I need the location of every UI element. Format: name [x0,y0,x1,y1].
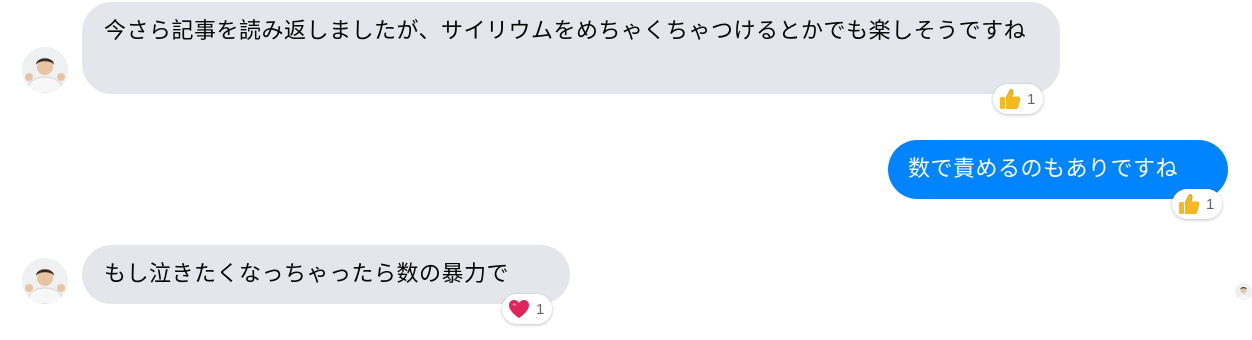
message-bubble[interactable]: 今さら記事を読み返しましたが、サイリウムをめちゃくちゃつけるとかでも楽しそうです… [82,2,1060,94]
read-receipt-avatar [1235,283,1252,300]
reaction-badge[interactable]: 1 [502,294,553,324]
message-bubble[interactable]: もし泣きたくなっちゃったら数の暴力で [82,245,570,304]
thumbs-up-icon [1176,191,1202,217]
sender-avatar[interactable] [22,47,68,93]
reaction-badge[interactable]: 1 [993,84,1044,114]
heart-icon [506,296,532,322]
message-text: 今さら記事を読み返しましたが、サイリウムをめちゃくちゃつけるとかでも楽しそうです… [104,19,1027,44]
reaction-count: 1 [1027,90,1036,108]
message-text: もし泣きたくなっちゃったら数の暴力で [104,262,510,287]
reaction-count: 1 [1206,195,1215,213]
thumbs-up-icon [997,86,1023,112]
message-text: 数で責めるのもありですね [908,157,1179,182]
reaction-badge[interactable]: 1 [1172,189,1223,219]
reaction-count: 1 [536,300,545,318]
sender-avatar[interactable] [22,258,68,304]
